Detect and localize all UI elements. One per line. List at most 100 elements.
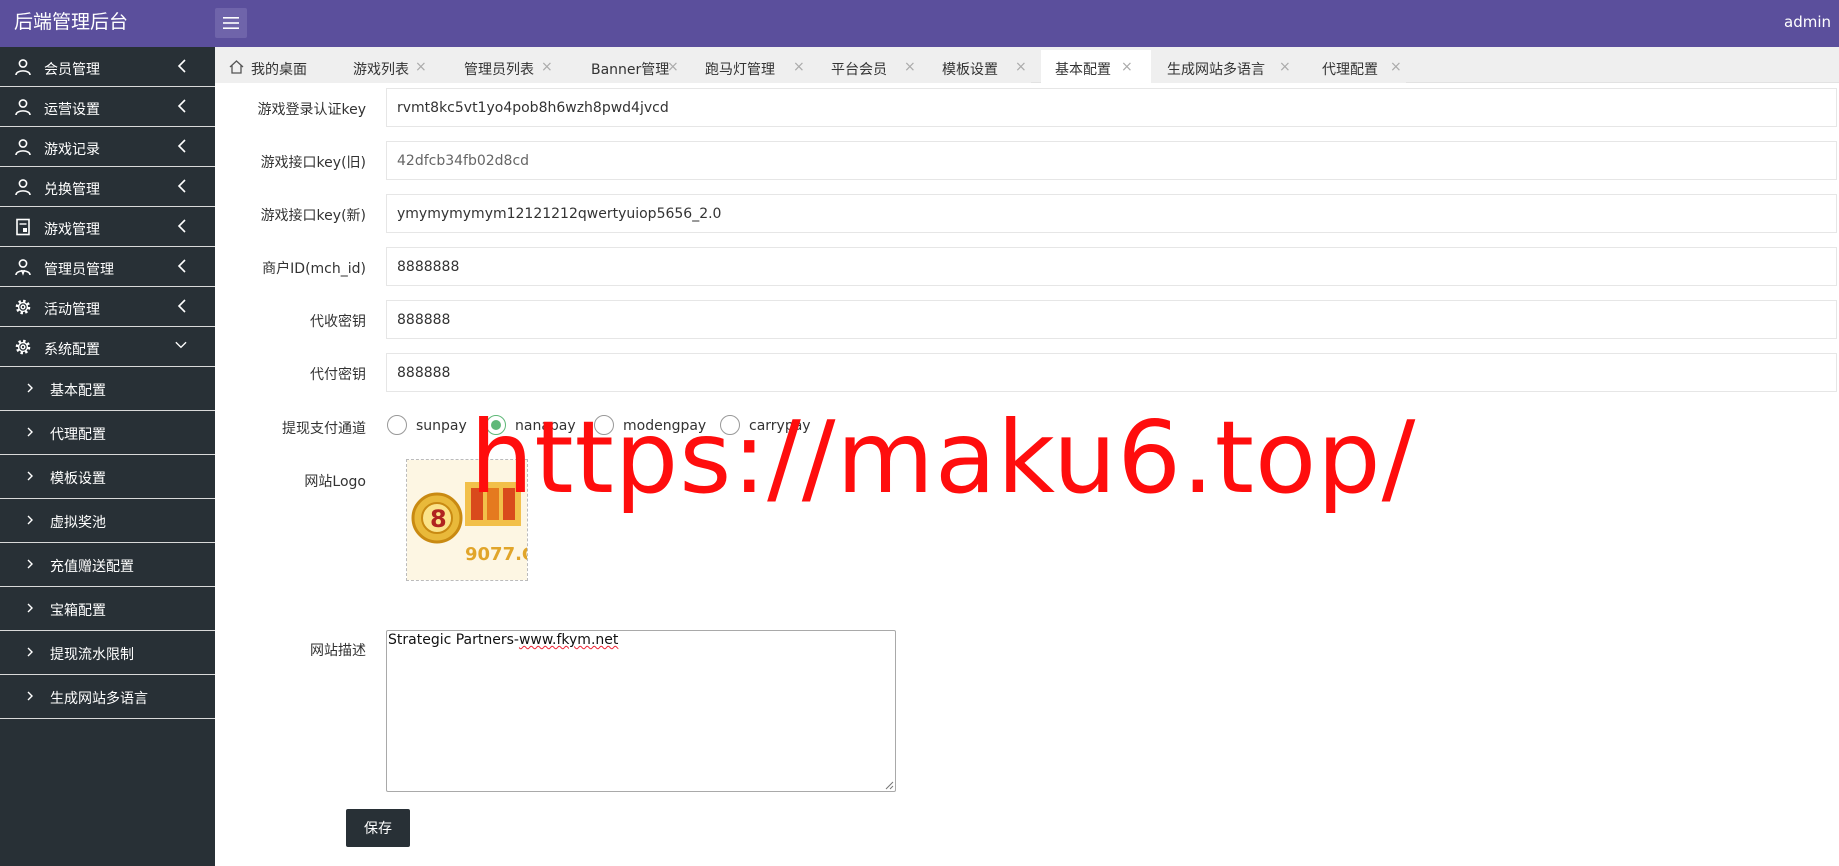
close-icon[interactable]: ×	[1279, 59, 1291, 75]
tab-agent-config[interactable]: 代理配置 ×	[1296, 50, 1406, 83]
site-description-textarea[interactable]: Strategic Partners-www.fkym.net	[386, 630, 896, 792]
menu-toggle-button[interactable]	[215, 8, 247, 38]
sidebar-subitem-virtual-jackpot[interactable]: 虚拟奖池	[0, 499, 215, 543]
chevron-right-icon	[27, 383, 33, 393]
app-title: 后端管理后台	[14, 11, 129, 33]
label-game-login-key: 游戏登录认证key	[257, 102, 366, 118]
radio-sunpay[interactable]	[387, 415, 407, 435]
input-value: 888888	[397, 365, 451, 381]
tab-template-settings[interactable]: 模板设置 ×	[920, 50, 1031, 83]
label-game-api-key-new: 游戏接口key(新)	[260, 208, 366, 224]
sidebar-item-game-management[interactable]: 游戏管理	[0, 207, 215, 247]
sidebar-subitem-agent-config[interactable]: 代理配置	[0, 411, 215, 455]
chevron-left-icon	[177, 179, 186, 193]
close-icon[interactable]: ×	[793, 59, 805, 75]
chevron-left-icon	[177, 59, 186, 73]
label-site-logo: 网站Logo	[304, 474, 366, 490]
sidebar-subitem-basic-config[interactable]: 基本配置	[0, 367, 215, 411]
radio-label-modengpay: modengpay	[623, 418, 707, 434]
label-site-description: 网站描述	[310, 643, 366, 659]
sidebar-subitem-label: 宝箱配置	[50, 603, 106, 619]
game-api-key-new-input[interactable]: ymymymymym12121212qwertyuiop5656_2.0	[386, 194, 1837, 233]
label-payout-secret: 代付密钥	[310, 367, 366, 383]
payout-secret-input[interactable]: 888888	[386, 353, 1837, 392]
tab-label: 代理配置	[1322, 62, 1378, 78]
input-value: rvmt8kc5vt1yo4pob8h6wzh8pwd4jvcd	[397, 100, 669, 116]
tab-platform-members[interactable]: 平台会员 ×	[809, 50, 920, 83]
sidebar-item-label: 游戏管理	[44, 222, 100, 238]
chevron-down-icon	[175, 341, 187, 349]
user-menu[interactable]: admin	[1784, 0, 1831, 45]
radio-carrypay[interactable]	[720, 415, 740, 435]
close-icon[interactable]: ×	[1015, 59, 1027, 75]
tab-label: 生成网站多语言	[1167, 62, 1265, 78]
radio-modengpay[interactable]	[594, 415, 614, 435]
gear-icon	[15, 339, 31, 355]
sidebar-item-label: 运营设置	[44, 102, 100, 118]
tab-game-list[interactable]: 游戏列表 ×	[320, 50, 431, 83]
sidebar-item-label: 管理员管理	[44, 262, 114, 278]
sidebar-item-exchange[interactable]: 兑换管理	[0, 167, 215, 207]
input-value: 888888	[397, 312, 451, 328]
resize-grip-icon[interactable]	[884, 780, 894, 790]
tab-label: 管理员列表	[464, 62, 534, 78]
input-value: ymymymymym12121212qwertyuiop5656_2.0	[397, 206, 722, 222]
save-button[interactable]: 保存	[346, 809, 410, 847]
input-value: 8888888	[397, 259, 460, 275]
chevron-left-icon	[177, 259, 186, 273]
sidebar-item-game-records[interactable]: 游戏记录	[0, 127, 215, 167]
sidebar-item-members[interactable]: 会员管理	[0, 47, 215, 87]
gear-icon	[15, 299, 31, 315]
close-icon[interactable]: ×	[541, 59, 553, 75]
sidebar-subitem-label: 代理配置	[50, 427, 106, 443]
sidebar-item-label: 系统配置	[44, 342, 100, 358]
merchant-id-input[interactable]: 8888888	[386, 247, 1837, 286]
game-login-key-input[interactable]: rvmt8kc5vt1yo4pob8h6wzh8pwd4jvcd	[386, 88, 1837, 127]
sidebar-subitem-multilang[interactable]: 生成网站多语言	[0, 675, 215, 719]
sidebar-item-activities[interactable]: 活动管理	[0, 287, 215, 327]
sidebar-subitem-chest-config[interactable]: 宝箱配置	[0, 587, 215, 631]
sidebar-subitem-withdraw-limit[interactable]: 提现流水限制	[0, 631, 215, 675]
user-icon	[15, 179, 31, 196]
radio-label-nanapay: nanapay	[515, 418, 576, 434]
tab-admin-list[interactable]: 管理员列表 ×	[431, 50, 557, 83]
game-api-key-old-input[interactable]: 42dfcb34fb02d8cd	[386, 141, 1837, 180]
sidebar-item-admin-management[interactable]: 管理员管理	[0, 247, 215, 287]
chevron-left-icon	[177, 99, 186, 113]
close-icon[interactable]: ×	[667, 59, 679, 75]
admin-user-icon	[15, 259, 31, 276]
sidebar-item-label: 会员管理	[44, 62, 100, 78]
tab-bar: 我的桌面 游戏列表 × 管理员列表 × Banner管理 × 跑马灯管理 × 平…	[215, 47, 1839, 83]
logo-upload[interactable]: 8 9077.CO	[406, 459, 528, 581]
chevron-right-icon	[27, 427, 33, 437]
tab-basic-config[interactable]: 基本配置 ×	[1041, 50, 1151, 83]
chevron-right-icon	[27, 691, 33, 701]
radio-nanapay[interactable]	[486, 415, 506, 435]
sidebar-subitem-label: 模板设置	[50, 471, 106, 487]
chevron-right-icon	[27, 603, 33, 613]
user-icon	[15, 139, 31, 156]
top-header: 后端管理后台 admin	[0, 0, 1839, 47]
sidebar-item-system-config[interactable]: 系统配置	[0, 327, 215, 367]
tab-multilang[interactable]: 生成网站多语言 ×	[1151, 50, 1296, 83]
hamburger-icon	[223, 17, 239, 29]
tab-my-desktop[interactable]: 我的桌面	[215, 50, 320, 83]
sidebar-item-operations[interactable]: 运营设置	[0, 87, 215, 127]
description-link: www.fkym.net	[518, 632, 619, 648]
tab-banner-management[interactable]: Banner管理 ×	[557, 50, 683, 83]
collection-secret-input[interactable]: 888888	[386, 300, 1837, 339]
label-game-api-key-old: 游戏接口key(旧)	[260, 155, 366, 171]
sidebar-item-label: 活动管理	[44, 302, 100, 318]
close-icon[interactable]: ×	[1390, 59, 1402, 75]
close-icon[interactable]: ×	[415, 59, 427, 75]
tab-label: 模板设置	[942, 62, 998, 78]
tab-marquee-management[interactable]: 跑马灯管理 ×	[683, 50, 809, 83]
close-icon[interactable]: ×	[1121, 59, 1133, 75]
sidebar-subitem-template-settings[interactable]: 模板设置	[0, 455, 215, 499]
close-icon[interactable]: ×	[904, 59, 916, 75]
site-logo-image: 8 9077.CO	[407, 460, 527, 580]
input-value: 42dfcb34fb02d8cd	[397, 153, 530, 169]
sidebar-subitem-recharge-bonus[interactable]: 充值赠送配置	[0, 543, 215, 587]
label-payout-channel: 提现支付通道	[282, 421, 366, 437]
tab-label: 跑马灯管理	[705, 62, 775, 78]
